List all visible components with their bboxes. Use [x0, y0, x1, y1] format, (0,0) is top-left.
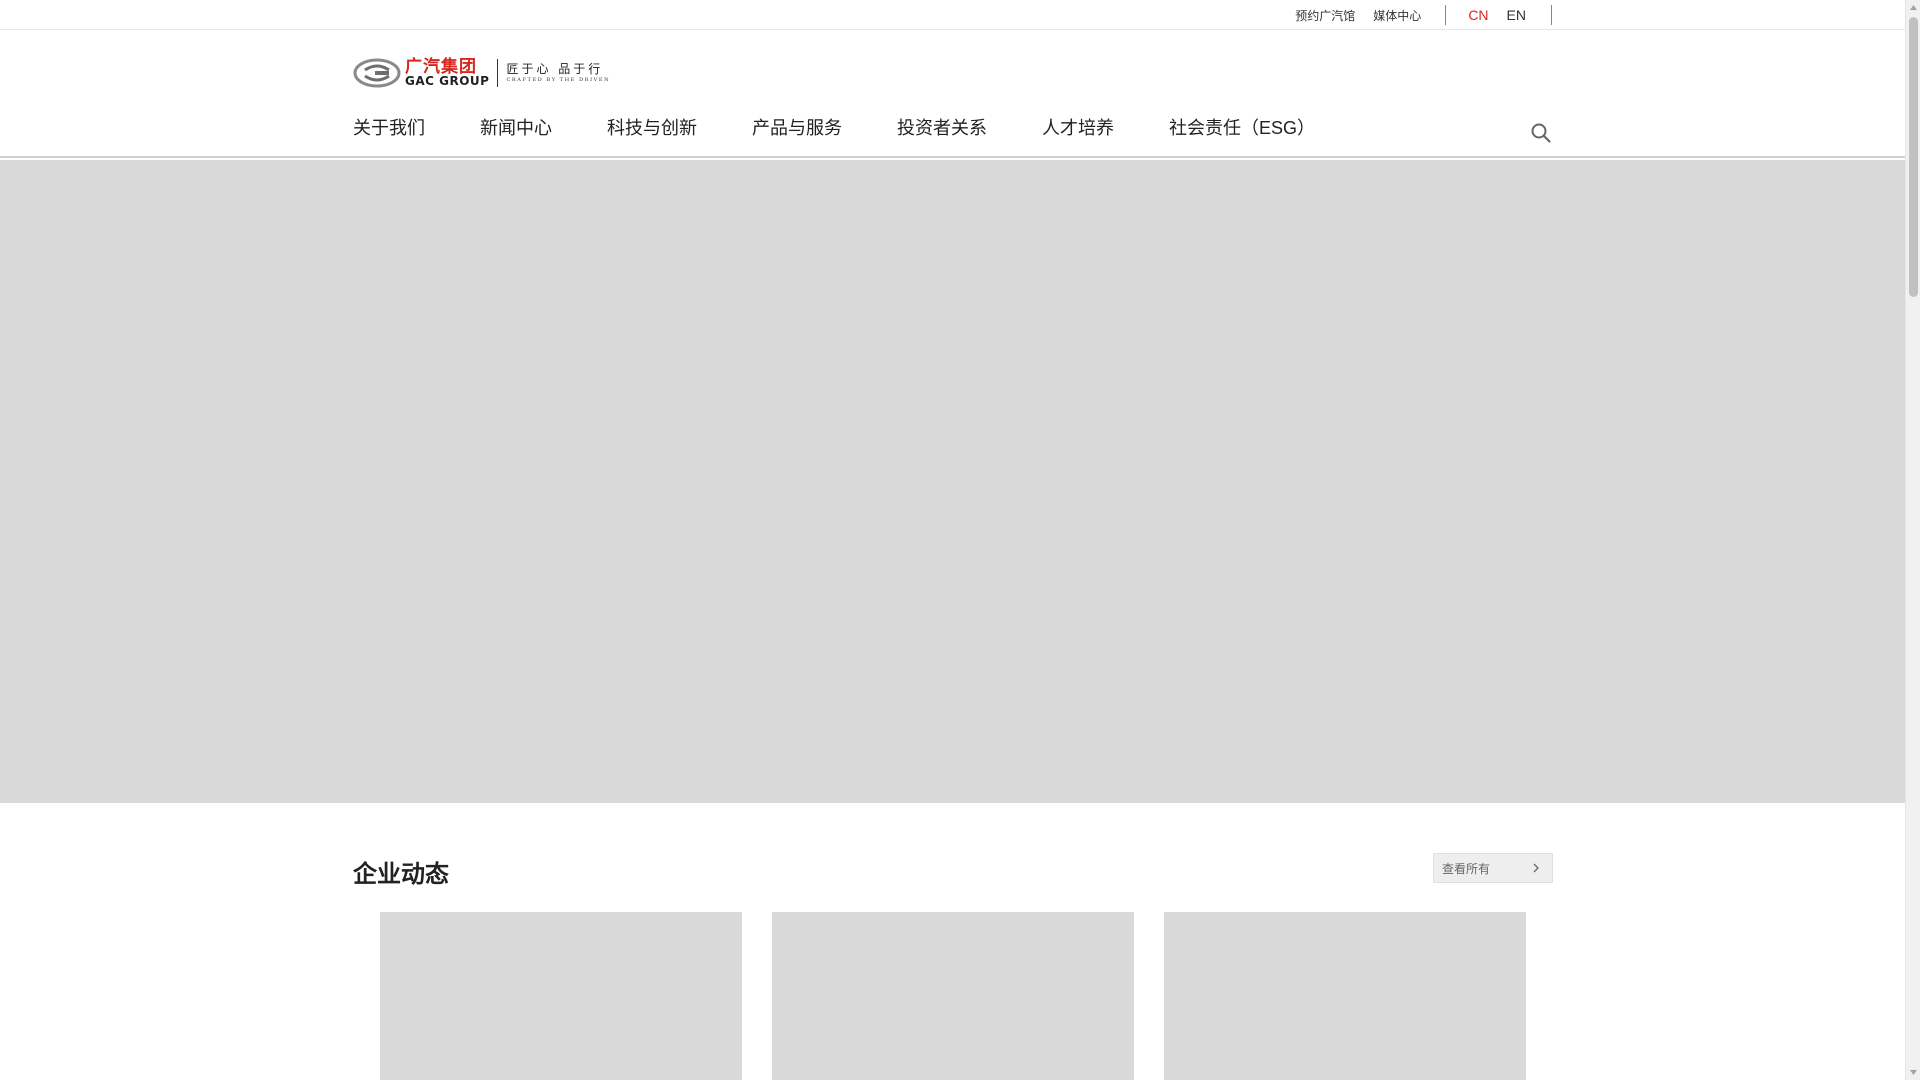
top-link-book-gac-hall[interactable]: 预约广汽馆	[1295, 7, 1355, 24]
top-utility-bar: 预约广汽馆 媒体中心 CN EN	[0, 0, 1905, 30]
news-cards	[380, 912, 1556, 1080]
logo-divider	[497, 59, 499, 87]
scroll-up-arrow-icon[interactable]	[1906, 0, 1920, 15]
nav-item-news-center[interactable]: 新闻中心	[480, 118, 552, 138]
nav-item-talent[interactable]: 人才培养	[1042, 118, 1114, 138]
news-card[interactable]	[1164, 912, 1526, 1080]
view-all-button[interactable]: 查看所有	[1433, 853, 1553, 883]
news-card[interactable]	[380, 912, 742, 1080]
chevron-right-icon	[1530, 862, 1542, 874]
nav-item-investor-relations[interactable]: 投资者关系	[897, 118, 987, 138]
logo-wordmark: 广汽集团 GAC GROUP	[405, 58, 489, 88]
view-all-label: 查看所有	[1442, 861, 1491, 876]
language-en[interactable]: EN	[1507, 7, 1526, 23]
page: 预约广汽馆 媒体中心 CN EN 广汽集团 GAC GROUP 匠于心 品于行 …	[0, 0, 1905, 1080]
logo-slogan: 匠于心 品于行 CRAFTED BY THE DRIVEN	[506, 62, 610, 84]
slogan-cn: 匠于心 品于行	[506, 62, 604, 76]
nav-item-about-us[interactable]: 关于我们	[353, 118, 425, 138]
nav-item-technology-innovation[interactable]: 科技与创新	[607, 118, 697, 138]
logo-name-cn: 广汽集团	[405, 56, 477, 77]
section-title-news: 企业动态	[353, 861, 449, 888]
hero-banner[interactable]	[0, 160, 1905, 803]
site-header: 广汽集团 GAC GROUP 匠于心 品于行 CRAFTED BY THE DR…	[0, 30, 1905, 158]
divider	[1445, 5, 1447, 25]
slogan-en: CRAFTED BY THE DRIVEN	[506, 77, 611, 83]
main-nav: 关于我们 新闻中心 科技与创新 产品与服务 投资者关系 人才培养 社会责任（ES…	[353, 118, 1370, 158]
language-cn[interactable]: CN	[1468, 7, 1488, 23]
top-link-media-center[interactable]: 媒体中心	[1373, 7, 1421, 24]
vertical-scrollbar[interactable]	[1905, 0, 1920, 1080]
top-links: 预约广汽馆 媒体中心 CN EN	[1277, 0, 1552, 30]
logo-name-en: GAC GROUP	[405, 73, 490, 88]
news-card[interactable]	[772, 912, 1134, 1080]
scroll-down-arrow-icon[interactable]	[1906, 1065, 1920, 1080]
search-icon[interactable]	[1530, 122, 1552, 144]
nav-item-esg[interactable]: 社会责任（ESG）	[1169, 118, 1315, 138]
gac-emblem-icon	[353, 58, 401, 88]
scrollbar-thumb[interactable]	[1909, 17, 1918, 297]
gac-group-logo[interactable]: 广汽集团 GAC GROUP 匠于心 品于行 CRAFTED BY THE DR…	[353, 54, 638, 92]
divider	[1551, 5, 1552, 25]
nav-item-products-services[interactable]: 产品与服务	[752, 118, 842, 138]
